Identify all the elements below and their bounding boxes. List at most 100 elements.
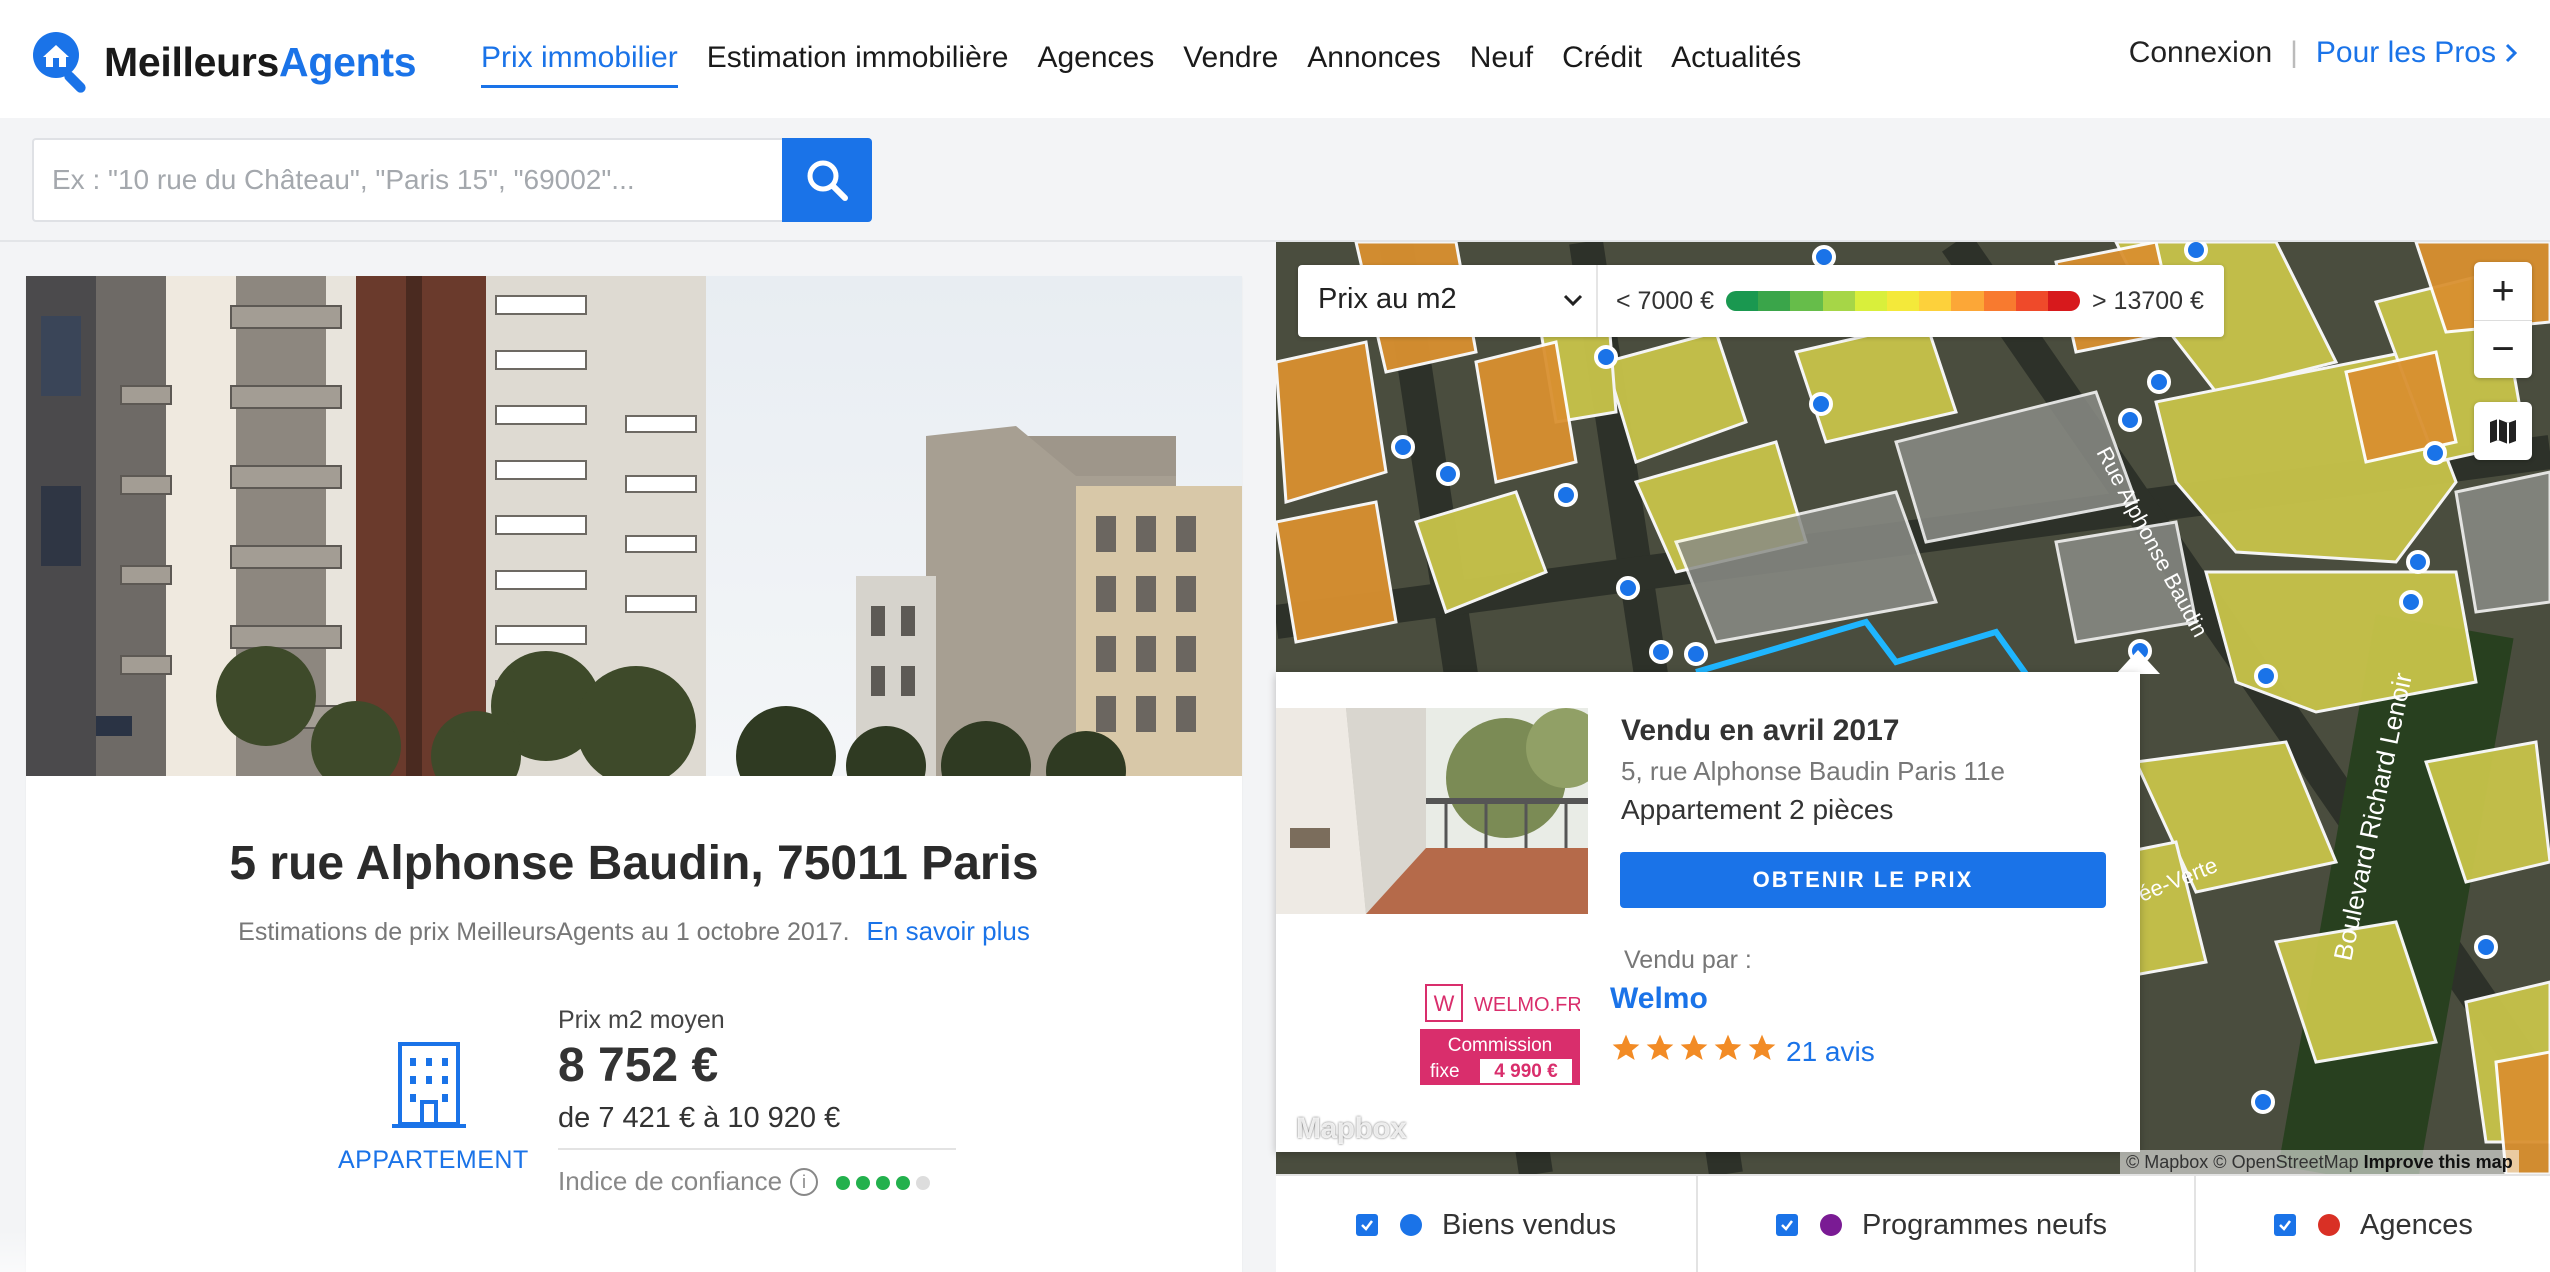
welmo-logo-price: 4 990 € — [1494, 1061, 1558, 1082]
logo-magnifier-icon — [30, 29, 96, 95]
confidence-dot — [856, 1176, 870, 1190]
property-photo — [26, 276, 1242, 776]
filter-label-biens-vendus: Biens vendus — [1442, 1208, 1617, 1241]
estimation-line: Estimations de prix MeilleursAgents au 1… — [26, 916, 1242, 947]
reviews-link[interactable]: 21 avis — [1786, 1036, 1875, 1068]
estimation-text: Estimations de prix MeilleursAgents au 1… — [238, 918, 850, 946]
legend-min-label: < 7000 € — [1616, 287, 1715, 315]
checkbox-agences[interactable] — [2274, 1214, 2296, 1236]
popup-photo — [1276, 708, 1588, 914]
legend-color-step — [2047, 291, 2080, 311]
popup-title: Vendu en avril 2017 — [1621, 714, 1900, 747]
swatch-programmes-neufs — [1820, 1214, 1842, 1236]
legend-color-step — [1951, 291, 1984, 311]
filter-separator — [2194, 1176, 2196, 1272]
site-logo[interactable]: MeilleursAgents — [30, 29, 417, 95]
map-icon — [2490, 419, 2516, 444]
price-divider — [558, 1148, 956, 1150]
star-icon — [1748, 1034, 1776, 1060]
login-link[interactable]: Connexion — [2129, 36, 2272, 70]
search-input[interactable] — [34, 140, 782, 220]
obtenir-le-prix-button[interactable]: OBTENIR LE PRIX — [1620, 852, 2106, 908]
logo-wordmark: MeilleursAgents — [104, 38, 417, 85]
filter-biens-vendus[interactable]: Biens vendus — [1356, 1176, 1616, 1272]
nav-vendre[interactable]: Vendre — [1183, 36, 1278, 88]
property-card: 5 rue Alphonse Baudin, 75011 Paris Estim… — [26, 276, 1242, 1272]
filter-separator — [1696, 1176, 1698, 1272]
star-icon — [1646, 1034, 1674, 1060]
sale-popup: Vendu en avril 2017 5, rue Alphonse Baud… — [1276, 672, 2140, 1152]
rating-stars — [1610, 1032, 1778, 1064]
price-m2-label: Prix m2 moyen — [558, 1006, 725, 1034]
map-filter-bar: Prix au m2 < 7000 € > 13700 € — [1298, 265, 2224, 337]
filter-programmes-neufs[interactable]: Programmes neufs — [1776, 1176, 2107, 1272]
chevron-down-icon — [1563, 294, 1583, 307]
popup-address: 5, rue Alphonse Baudin Paris 11e — [1621, 756, 2006, 786]
nav-estimation[interactable]: Estimation immobilière — [707, 36, 1009, 88]
legend-color-step — [1919, 291, 1952, 311]
legend-color-step — [1983, 291, 2016, 311]
nav-agences[interactable]: Agences — [1037, 36, 1154, 88]
star-icon — [1680, 1034, 1708, 1060]
property-address: 5 rue Alphonse Baudin, 75011 Paris — [229, 837, 1039, 890]
legend-color-step — [2015, 291, 2048, 311]
check-icon — [1361, 1220, 1373, 1231]
map-filters: Biens vendus Programmes neufs Agences — [1276, 1174, 2550, 1272]
building-icon — [390, 1040, 468, 1132]
welmo-logo[interactable]: W WELMO.FR Commission fixe 4 990 € — [1420, 979, 1582, 1085]
filter-label-programmes-neufs: Programmes neufs — [1862, 1208, 2107, 1241]
search-box — [32, 138, 782, 222]
info-icon[interactable]: i — [790, 1168, 818, 1196]
confidence-dot — [876, 1176, 890, 1190]
improve-map-link[interactable]: Improve this map — [2364, 1152, 2513, 1172]
legend-color-step — [1790, 291, 1823, 311]
map-attribution: © Mapbox © OpenStreetMap Improve this ma… — [2120, 1150, 2519, 1174]
welmo-logo-sub1: Commission — [1448, 1035, 1553, 1056]
filter-agences[interactable]: Agences — [2274, 1176, 2473, 1272]
zoom-in-button[interactable]: + — [2474, 262, 2532, 320]
en-savoir-plus-link[interactable]: En savoir plus — [867, 916, 1030, 946]
price-range: de 7 421 € à 10 920 € — [558, 1102, 841, 1134]
confidence-dot — [836, 1176, 850, 1190]
map-layer-button[interactable] — [2474, 402, 2532, 460]
bottom-fade — [0, 1230, 1242, 1272]
search-button[interactable] — [782, 138, 872, 222]
property-type-label: APPARTEMENT — [338, 1146, 529, 1174]
main-nav: Prix immobilier Estimation immobilière A… — [481, 36, 1830, 88]
map-metric-label: Prix au m2 — [1318, 283, 1457, 315]
star-icon — [1714, 1034, 1742, 1060]
star-icon — [1612, 1034, 1640, 1060]
legend-color-step — [1726, 291, 1759, 311]
pros-label: Pour les Pros — [2315, 36, 2496, 69]
nav-actualites[interactable]: Actualités — [1671, 36, 1801, 88]
agency-name-link[interactable]: Welmo — [1610, 982, 1708, 1016]
nav-prix-immobilier[interactable]: Prix immobilier — [481, 36, 678, 88]
welmo-logo-sub2: fixe — [1430, 1061, 1460, 1082]
checkbox-biens-vendus[interactable] — [1356, 1214, 1378, 1236]
nav-neuf[interactable]: Neuf — [1470, 36, 1533, 88]
swatch-biens-vendus — [1400, 1214, 1422, 1236]
legend-max-label: > 13700 € — [2092, 287, 2204, 315]
check-icon — [1781, 1220, 1793, 1231]
svg-text:W: W — [1434, 991, 1455, 1016]
chevron-right-icon — [2505, 43, 2518, 63]
pros-link[interactable]: Pour les Pros — [2316, 36, 2520, 70]
sold-by-label: Vendu par : — [1624, 946, 1752, 974]
mapbox-logo[interactable]: Mapbox — [1296, 1112, 1407, 1146]
nav-annonces[interactable]: Annonces — [1307, 36, 1440, 88]
welmo-logo-text: WELMO.FR — [1474, 994, 1580, 1016]
price-m2-value: 8 752 € — [558, 1039, 719, 1092]
zoom-control: + − — [2474, 262, 2532, 378]
attribution-text[interactable]: © Mapbox © OpenStreetMap — [2126, 1152, 2359, 1172]
popup-tip — [2116, 650, 2160, 674]
legend-color-step — [1886, 291, 1920, 311]
confidence-label: Indice de confiance — [558, 1166, 783, 1196]
legend-color-scale — [1726, 291, 2080, 311]
nav-credit[interactable]: Crédit — [1562, 36, 1642, 88]
filter-label-agences: Agences — [2360, 1208, 2473, 1241]
checkbox-programmes-neufs[interactable] — [1776, 1214, 1798, 1236]
zoom-out-button[interactable]: − — [2474, 320, 2532, 378]
legend-color-step — [1758, 291, 1791, 311]
map-metric-select[interactable]: Prix au m2 — [1298, 265, 1598, 337]
popup-type: Appartement 2 pièces — [1621, 794, 1894, 825]
